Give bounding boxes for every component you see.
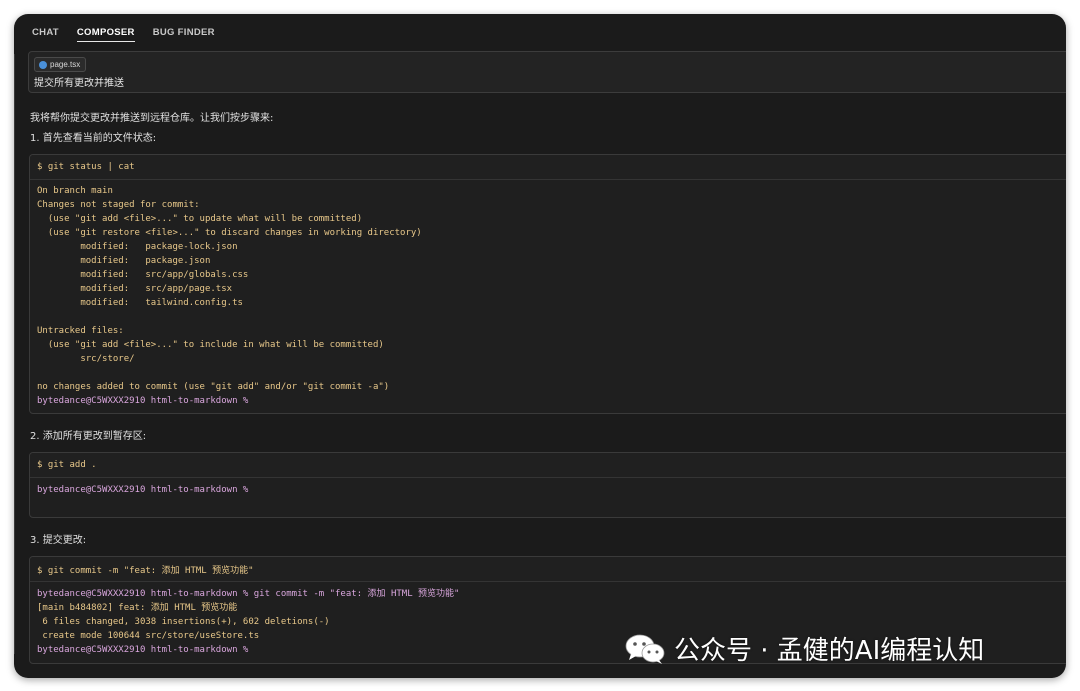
output-line: Changes not staged for commit: bbox=[37, 200, 200, 210]
shell-prompt: bytedance@C5WXXX2910 html-to-markdown % bbox=[37, 485, 249, 495]
tab-bug-finder[interactable]: BUG FINDER bbox=[153, 27, 215, 41]
command-line[interactable]: $ git add . bbox=[30, 453, 1066, 478]
output-line: (use "git add <file>..." to update what … bbox=[37, 214, 363, 224]
step-3-label: 3. 提交更改: bbox=[30, 535, 87, 546]
output-line: [main b484802] feat: 添加 HTML 预览功能 bbox=[37, 603, 238, 613]
output-line: modified: package-lock.json bbox=[37, 242, 238, 252]
file-chip[interactable]: page.tsx bbox=[34, 57, 87, 72]
output-line: modified: src/app/globals.css bbox=[37, 270, 249, 280]
command-line[interactable]: $ git status | cat bbox=[30, 155, 1066, 180]
output-line: (use "git restore <file>..." to discard … bbox=[37, 228, 422, 238]
shell-prompt: bytedance@C5WXXX2910 html-to-markdown % bbox=[37, 396, 249, 406]
step-2-label: 2. 添加所有更改到暂存区: bbox=[30, 431, 147, 442]
terminal-block-add: $ git add . bytedance@C5WXXX2910 html-to… bbox=[29, 452, 1066, 518]
output-line: modified: tailwind.config.ts bbox=[37, 298, 243, 308]
file-icon bbox=[39, 60, 47, 69]
file-chip-label: page.tsx bbox=[50, 60, 81, 69]
user-prompt[interactable]: page.tsx 提交所有更改并推送 bbox=[28, 51, 1066, 93]
output-line: 6 files changed, 3038 insertions(+), 602… bbox=[37, 617, 330, 627]
terminal-block-status: $ git status | cat On branch main Changes… bbox=[29, 154, 1066, 414]
left-divider bbox=[14, 54, 15, 654]
terminal-output: bytedance@C5WXXX2910 html-to-markdown % bbox=[30, 478, 1066, 501]
output-line: modified: src/app/page.tsx bbox=[37, 284, 233, 294]
shell-echo-line: bytedance@C5WXXX2910 html-to-markdown % … bbox=[37, 589, 460, 599]
composer-window: CHAT COMPOSER BUG FINDER page.tsx 提交所有更改… bbox=[14, 14, 1066, 678]
output-line: no changes added to commit (use "git add… bbox=[37, 382, 390, 392]
prompt-text: 提交所有更改并推送 bbox=[34, 78, 124, 89]
assistant-intro: 我将帮你提交更改并推送到远程仓库。让我们按步骤来: bbox=[30, 113, 274, 124]
wechat-icon bbox=[624, 633, 666, 664]
output-line: modified: package.json bbox=[37, 256, 211, 266]
output-line: (use "git add <file>..." to include in w… bbox=[37, 340, 384, 350]
tab-chat[interactable]: CHAT bbox=[32, 27, 59, 41]
command-line[interactable]: $ git commit -m "feat: 添加 HTML 预览功能" bbox=[30, 557, 1066, 582]
terminal-output: On branch main Changes not staged for com… bbox=[30, 180, 1066, 412]
output-line: src/store/ bbox=[37, 354, 135, 364]
step-1-label: 1. 首先查看当前的文件状态: bbox=[30, 133, 157, 144]
tab-bar: CHAT COMPOSER BUG FINDER bbox=[32, 24, 215, 44]
watermark-text: 公众号 · 孟健的AI编程认知 bbox=[674, 635, 985, 666]
tab-composer[interactable]: COMPOSER bbox=[76, 27, 135, 42]
output-line: On branch main bbox=[37, 186, 113, 196]
output-line: Untracked files: bbox=[37, 326, 124, 336]
watermark: 公众号 · 孟健的AI编程认知 bbox=[624, 628, 984, 668]
